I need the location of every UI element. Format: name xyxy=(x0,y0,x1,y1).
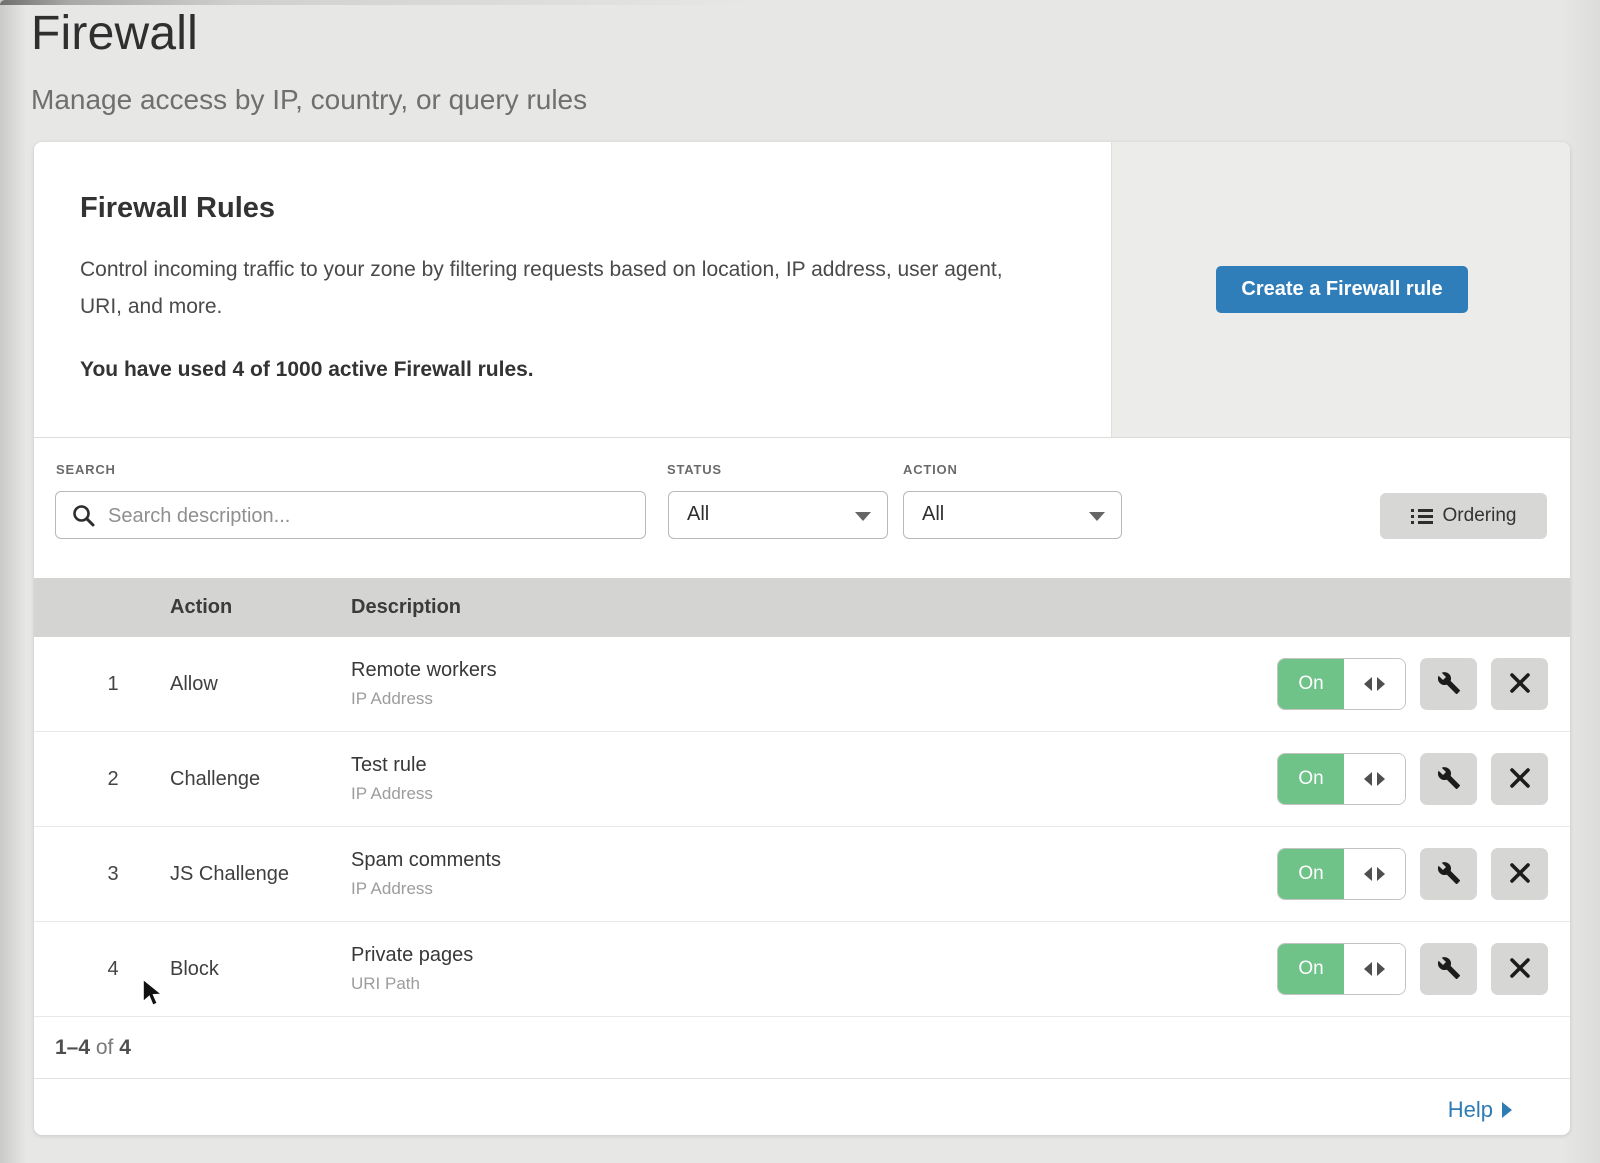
column-header-action: Action xyxy=(170,596,310,619)
action-label: ACTION xyxy=(903,462,958,477)
ordered-list-icon xyxy=(1411,506,1433,527)
delete-rule-button[interactable] xyxy=(1491,848,1548,900)
help-link[interactable]: Help xyxy=(1448,1097,1512,1123)
pagination-range: 1–4 xyxy=(55,1036,90,1059)
rule-priority: 3 xyxy=(98,863,128,886)
chevron-down-icon xyxy=(1089,512,1105,521)
action-dropdown[interactable]: All xyxy=(903,491,1122,539)
rule-match-type: URI Path xyxy=(351,974,1277,994)
toggle-on-label: On xyxy=(1278,849,1344,899)
rule-description-cell: Private pages URI Path xyxy=(351,944,1277,994)
wrench-icon xyxy=(1437,861,1461,888)
rule-action: Allow xyxy=(170,673,310,696)
filters-bar: SEARCH STATUS All ACTION All Ordering xyxy=(34,438,1570,578)
table-row: 2 Challenge Test rule IP Address On xyxy=(34,732,1570,827)
column-header-description: Description xyxy=(351,596,1570,619)
rule-description: Private pages xyxy=(351,944,1277,967)
table-header-row: Action Description xyxy=(34,578,1570,637)
pagination-of-label: of xyxy=(90,1036,119,1059)
left-right-arrows-icon xyxy=(1344,944,1405,994)
ordering-button-label: Ordering xyxy=(1443,505,1517,527)
rule-description: Test rule xyxy=(351,754,1277,777)
rule-controls: On xyxy=(1277,848,1548,900)
rule-priority: 4 xyxy=(98,958,128,981)
rule-action: Challenge xyxy=(170,768,310,791)
rule-description: Remote workers xyxy=(351,659,1277,682)
rule-description-cell: Remote workers IP Address xyxy=(351,659,1277,709)
help-link-label: Help xyxy=(1448,1097,1493,1123)
rule-description: Spam comments xyxy=(351,849,1277,872)
edit-rule-button[interactable] xyxy=(1420,848,1477,900)
chevron-down-icon xyxy=(855,512,871,521)
rule-action: JS Challenge xyxy=(170,863,310,886)
delete-rule-button[interactable] xyxy=(1491,753,1548,805)
rule-priority: 2 xyxy=(98,768,128,791)
wrench-icon xyxy=(1437,956,1461,983)
section-heading: Firewall Rules xyxy=(80,192,1070,225)
search-input[interactable] xyxy=(106,492,640,540)
rule-enabled-toggle[interactable]: On xyxy=(1277,658,1406,710)
pagination-bar: 1–4 of 4 xyxy=(34,1017,1570,1078)
rule-match-type: IP Address xyxy=(351,784,1277,804)
wrench-icon xyxy=(1437,766,1461,793)
left-right-arrows-icon xyxy=(1344,659,1405,709)
edit-rule-button[interactable] xyxy=(1420,753,1477,805)
status-dropdown[interactable]: All xyxy=(668,491,888,539)
rule-description-cell: Spam comments IP Address xyxy=(351,849,1277,899)
toggle-on-label: On xyxy=(1278,659,1344,709)
close-icon xyxy=(1509,957,1531,982)
edit-rule-button[interactable] xyxy=(1420,658,1477,710)
firewall-rules-card: Firewall Rules Control incoming traffic … xyxy=(34,142,1570,1135)
delete-rule-button[interactable] xyxy=(1491,658,1548,710)
section-description: Control incoming traffic to your zone by… xyxy=(80,251,1028,325)
page-header: Firewall Manage access by IP, country, o… xyxy=(31,6,587,116)
usage-summary: You have used 4 of 1000 active Firewall … xyxy=(80,358,1070,382)
rule-enabled-toggle[interactable]: On xyxy=(1277,753,1406,805)
rule-controls: On xyxy=(1277,753,1548,805)
ordering-button[interactable]: Ordering xyxy=(1380,493,1547,539)
table-row: 1 Allow Remote workers IP Address On xyxy=(34,637,1570,732)
rule-description-cell: Test rule IP Address xyxy=(351,754,1277,804)
status-label: STATUS xyxy=(667,462,722,477)
page-subtitle: Manage access by IP, country, or query r… xyxy=(31,84,587,116)
toggle-on-label: On xyxy=(1278,754,1344,804)
rule-match-type: IP Address xyxy=(351,879,1277,899)
edit-rule-button[interactable] xyxy=(1420,943,1477,995)
search-icon xyxy=(72,504,95,532)
status-selected-value: All xyxy=(687,503,709,526)
left-right-arrows-icon xyxy=(1344,754,1405,804)
window-edge xyxy=(0,0,1600,5)
rule-controls: On xyxy=(1277,943,1548,995)
pagination-total: 4 xyxy=(119,1036,131,1059)
rule-priority: 1 xyxy=(98,673,128,696)
action-selected-value: All xyxy=(922,503,944,526)
search-box xyxy=(55,491,646,539)
page-title: Firewall xyxy=(31,6,587,62)
create-firewall-rule-button[interactable]: Create a Firewall rule xyxy=(1216,266,1468,313)
rule-enabled-toggle[interactable]: On xyxy=(1277,943,1406,995)
delete-rule-button[interactable] xyxy=(1491,943,1548,995)
card-footer: Help xyxy=(34,1078,1570,1141)
close-icon xyxy=(1509,862,1531,887)
toggle-on-label: On xyxy=(1278,944,1344,994)
table-row: 3 JS Challenge Spam comments IP Address … xyxy=(34,827,1570,922)
search-label: SEARCH xyxy=(56,462,116,477)
arrow-right-icon xyxy=(1502,1102,1512,1118)
left-right-arrows-icon xyxy=(1344,849,1405,899)
pagination-summary: 1–4 of 4 xyxy=(55,1036,131,1060)
table-row: 4 Block Private pages URI Path On xyxy=(34,922,1570,1017)
close-icon xyxy=(1509,672,1531,697)
create-rule-panel: Create a Firewall rule xyxy=(1111,142,1570,437)
card-intro-section: Firewall Rules Control incoming traffic … xyxy=(34,142,1570,438)
rule-action: Block xyxy=(170,958,310,981)
rule-controls: On xyxy=(1277,658,1548,710)
close-icon xyxy=(1509,767,1531,792)
rule-match-type: IP Address xyxy=(351,689,1277,709)
rule-enabled-toggle[interactable]: On xyxy=(1277,848,1406,900)
wrench-icon xyxy=(1437,671,1461,698)
